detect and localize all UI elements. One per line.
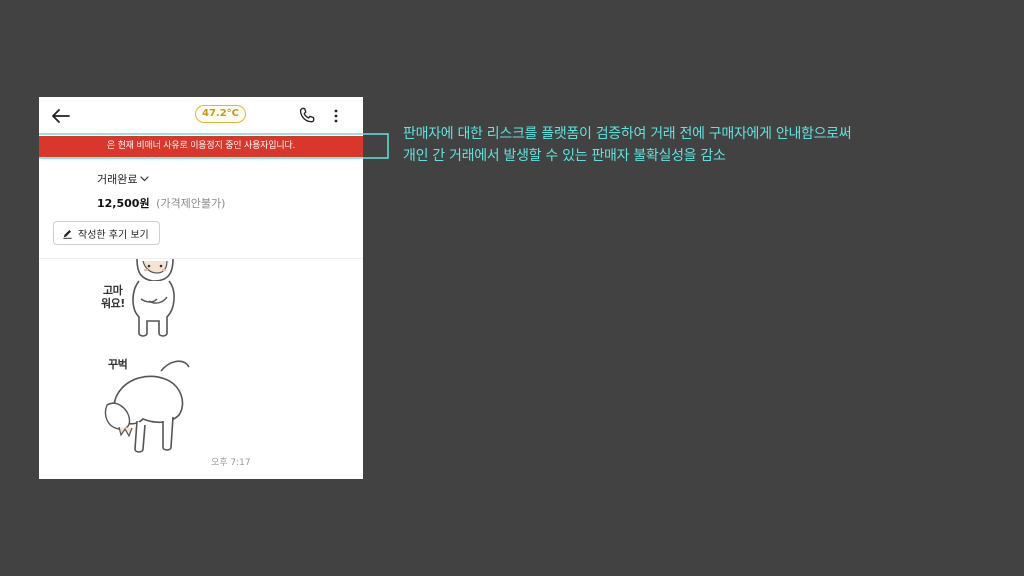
chat-screen: 47.2°C 은 현재 비매너 사유로 이용정지 중인 사용자입니다. 거래완료 [39, 97, 363, 479]
view-review-button[interactable]: 작성한 후기 보기 [53, 221, 160, 245]
more-vertical-icon [334, 109, 338, 123]
price-row: 12,500원 (가격제안불가) [97, 195, 225, 211]
thanks-sticker: 고마 워요! [93, 257, 203, 341]
arrow-left-icon [52, 109, 70, 123]
price-offer-note: (가격제안불가) [156, 197, 226, 210]
chevron-down-icon [140, 176, 150, 182]
product-summary: 거래완료 12,500원 (가격제안불가) [97, 171, 225, 211]
phone-icon [299, 107, 315, 123]
more-options-button[interactable] [329, 106, 343, 126]
message-timestamp: 오후 7:17 [211, 458, 251, 468]
manner-temperature-badge: 47.2°C [195, 105, 247, 123]
bow-sticker: 꾸벅 [99, 355, 209, 461]
canvas: 47.2°C 은 현재 비매너 사유로 이용정지 중인 사용자입니다. 거래완료 [0, 0, 1024, 576]
annotation-line-2: 개인 간 거래에서 발생할 수 있는 판매자 불확실성을 감소 [403, 148, 726, 164]
trade-status-dropdown[interactable]: 거래완료 [97, 171, 225, 187]
view-review-label: 작성한 후기 보기 [78, 229, 149, 241]
annotation-text: 판매자에 대한 리스크를 플랫폼이 검증하여 거래 전에 구매자에게 안내함으로… [403, 123, 1003, 167]
annotation-line-1: 판매자에 대한 리스크를 플랫폼이 검증하여 거래 전에 구매자에게 안내함으로… [403, 126, 852, 142]
sticker-text-line1: 고마 [103, 284, 123, 297]
pencil-icon [62, 228, 73, 239]
suspended-user-warning: 은 현재 비매너 사유로 이용정지 중인 사용자입니다. [39, 136, 363, 157]
trade-status-label: 거래완료 [97, 173, 138, 186]
bowing-bunny-illustration [104, 360, 190, 453]
chat-header: 47.2°C [39, 97, 363, 133]
back-button[interactable] [51, 107, 71, 125]
sticker-text-line2: 워요! [101, 297, 125, 310]
product-price: 12,500원 [97, 197, 150, 210]
call-button[interactable] [297, 106, 317, 126]
